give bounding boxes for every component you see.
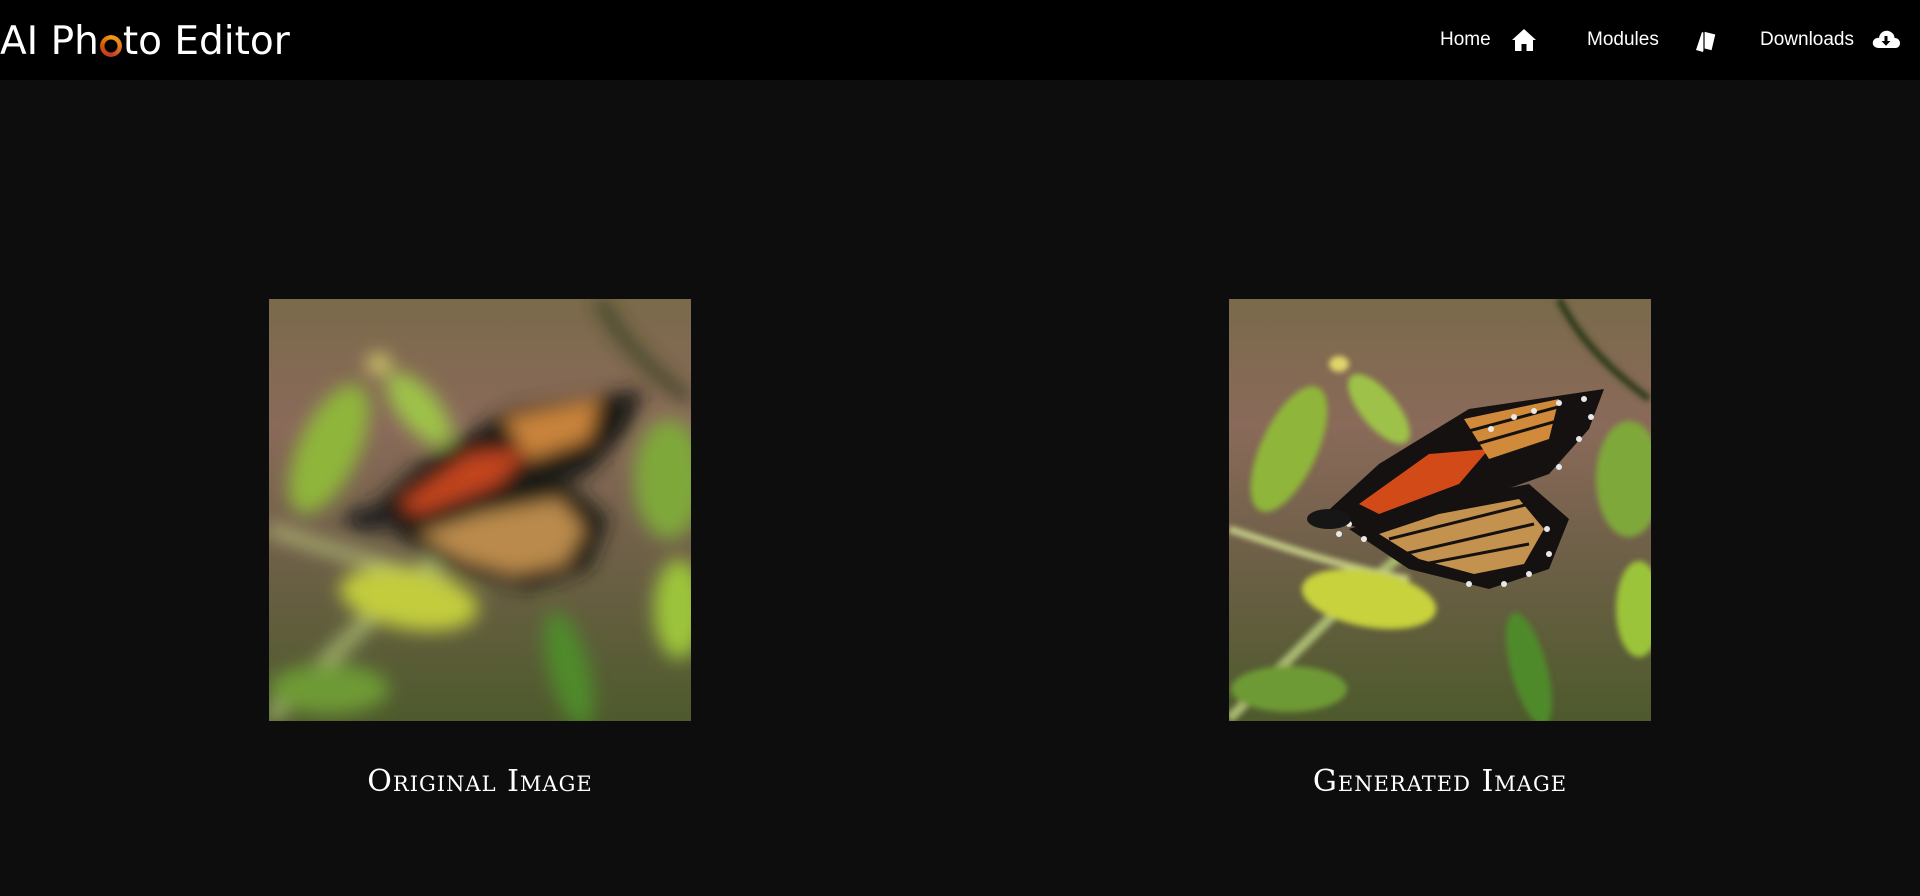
nav-home-link[interactable]: Home [1440, 26, 1491, 54]
original-image [269, 299, 691, 721]
top-navbar: AI Ph to Editor Home Modules Downloads [0, 0, 1920, 80]
home-icon[interactable] [1509, 26, 1539, 54]
original-image-caption: Original Image [367, 764, 593, 799]
generated-image-caption: Generated Image [1312, 764, 1568, 799]
app-title-prefix: AI Ph [0, 19, 99, 64]
cards-icon[interactable] [1692, 26, 1722, 54]
app-title-suffix: to Editor [122, 19, 290, 64]
cloud-download-icon[interactable] [1871, 26, 1901, 54]
aperture-icon [99, 35, 122, 57]
app-logo[interactable]: AI Ph to Editor [0, 18, 290, 66]
generated-image [1229, 299, 1651, 721]
nav-modules-link[interactable]: Modules [1587, 26, 1659, 54]
nav-downloads-link[interactable]: Downloads [1760, 26, 1854, 54]
